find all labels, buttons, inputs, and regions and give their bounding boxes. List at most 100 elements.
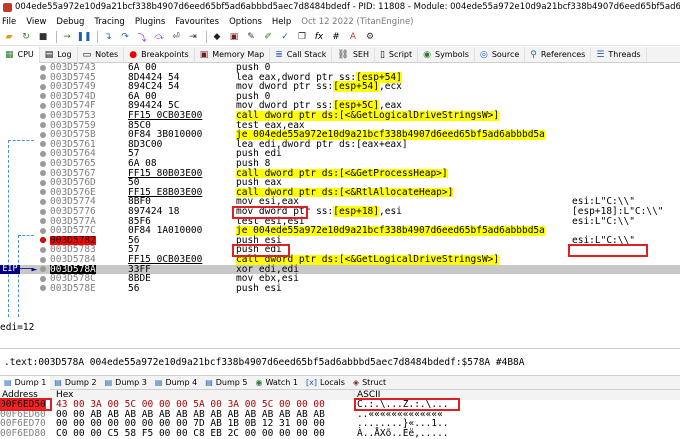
- location-info: .text:003D578A 004ede55a972e10d9a21bcf33…: [4, 357, 525, 368]
- struct-icon: ◈: [352, 378, 360, 387]
- menu-favourites[interactable]: Favourites: [175, 17, 219, 27]
- step-over-icon[interactable]: ↷: [118, 31, 132, 44]
- tab-dump-4[interactable]: ▤ Dump 4: [151, 376, 201, 390]
- breakpoint-dot[interactable]: [40, 64, 46, 71]
- execute-till-return-icon[interactable]: ⏎: [169, 31, 183, 44]
- pane-divider[interactable]: [0, 348, 680, 349]
- tab-threads[interactable]: ☰ Threads: [591, 46, 647, 63]
- run-icon[interactable]: →: [60, 31, 74, 44]
- dump-icon: ▤: [154, 378, 163, 387]
- menu-file[interactable]: File: [2, 17, 16, 27]
- breakpoint-dot[interactable]: [40, 131, 46, 138]
- tab-references[interactable]: ⚲ References: [525, 46, 592, 63]
- tab-dump-1[interactable]: ▤ Dump 1: [0, 375, 51, 390]
- restart-icon[interactable]: ↻: [19, 31, 33, 44]
- trace-into-icon[interactable]: ⤵: [135, 31, 149, 44]
- disasm-row[interactable]: 003D5753 FF15 0CB03E00 call dword ptr ds:[…: [0, 111, 680, 121]
- breakpoint-dot[interactable]: [40, 266, 46, 273]
- step-into-icon[interactable]: ↴: [101, 31, 115, 44]
- tab-locals[interactable]: [x] Locals: [302, 376, 349, 390]
- menu-plugins[interactable]: Plugins: [135, 17, 165, 27]
- dump-address: 00F6ED80: [0, 427, 46, 439]
- breakpoint-dot[interactable]: [40, 198, 46, 205]
- tab-notes[interactable]: ▭ Notes: [78, 46, 125, 63]
- menu-options[interactable]: Options: [229, 17, 262, 27]
- disasm-row-current[interactable]: EIP ──► 003D578A 33FF xor edi,edi: [0, 264, 680, 275]
- tab-script[interactable]: ▯ Script: [375, 46, 419, 63]
- breakpoint-dot[interactable]: [40, 218, 46, 225]
- breakpoint-dot[interactable]: [40, 246, 46, 253]
- breakpoint-dot[interactable]: [40, 160, 46, 167]
- breakpoint-dot[interactable]: [40, 150, 46, 157]
- menu-view[interactable]: View: [26, 17, 46, 27]
- dump-ascii: À..ÅXõ..Èë,.....: [357, 427, 449, 439]
- tab-log[interactable]: ▤ Log: [40, 46, 78, 63]
- memory-icon[interactable]: ▣: [227, 31, 241, 44]
- breakpoint-dot[interactable]: [40, 189, 46, 196]
- disasm-row[interactable]: 003D578C 8BDE mov ebx,esi: [0, 274, 680, 284]
- annotation-box: [0, 398, 52, 411]
- close-icon[interactable]: ■: [36, 31, 50, 44]
- bookmark-icon[interactable]: ❐: [295, 31, 309, 44]
- eip-marker: EIP: [0, 264, 20, 275]
- breakpoint-dot[interactable]: [40, 74, 46, 81]
- tab-symbols[interactable]: ◉ Symbols: [418, 46, 475, 63]
- row-bytes: 56: [128, 282, 140, 294]
- dump-icon: ▤: [54, 378, 62, 387]
- function-icon[interactable]: fx: [312, 31, 326, 44]
- tab-memory-map[interactable]: ▣ Memory Map: [195, 46, 271, 63]
- breakpoint-dot[interactable]: [40, 256, 46, 263]
- disasm-row[interactable]: 003D5764 57 push edi: [0, 149, 680, 159]
- run-to-user-code-icon[interactable]: ⇥: [186, 31, 200, 44]
- breakpoint-dot[interactable]: [40, 179, 46, 186]
- toolbar-separator: [97, 31, 98, 43]
- label-icon[interactable]: ✓: [278, 31, 292, 44]
- tab-cpu[interactable]: ▦ CPU: [0, 46, 40, 63]
- breakpoint-dot[interactable]: [40, 93, 46, 100]
- menu-tracing[interactable]: Tracing: [94, 17, 124, 27]
- hash-icon[interactable]: #: [329, 31, 343, 44]
- patch-icon[interactable]: ✎: [244, 31, 258, 44]
- tab-call-stack[interactable]: ≣ Call Stack: [270, 46, 333, 63]
- breakpoint-dot[interactable]: [40, 141, 46, 148]
- breakpoint-dot[interactable]: [40, 285, 46, 292]
- disassembly-view[interactable]: 003D5743 6A 00 push 0 003D5745 8D4424 54 lea…: [0, 63, 680, 319]
- comment-icon[interactable]: ✐: [261, 31, 275, 44]
- symbols-icon: ◉: [423, 49, 431, 60]
- calls-icon[interactable]: ⚙: [363, 31, 377, 44]
- breakpoint-dot[interactable]: [40, 83, 46, 90]
- breakpoint-dot[interactable]: [40, 112, 46, 119]
- breakpoint-dot[interactable]: [40, 227, 46, 234]
- tab-dump-3[interactable]: ▤ Dump 3: [101, 376, 151, 390]
- breakpoint-dot[interactable]: [40, 237, 46, 244]
- disasm-row[interactable]: 003D5767 FF15 80B03E00 call dword ptr ds:[…: [0, 168, 680, 179]
- tab-source[interactable]: ◎ Source: [475, 46, 526, 63]
- menu-debug[interactable]: Debug: [56, 17, 84, 27]
- tab-breakpoints[interactable]: ● Breakpoints: [124, 46, 195, 63]
- pause-icon[interactable]: ❚❚: [76, 31, 91, 44]
- app-icon: [3, 2, 12, 12]
- breakpoint-dot[interactable]: [40, 208, 46, 215]
- cpu-icon: ▦: [5, 49, 14, 60]
- breakpoint-dot[interactable]: [40, 102, 46, 109]
- trace-over-icon[interactable]: ⤼: [152, 31, 166, 44]
- breakpoint-dot[interactable]: [40, 122, 46, 129]
- annotation-box: [232, 244, 290, 257]
- tab-dump-5[interactable]: ▤ Dump 5: [201, 376, 251, 390]
- dump-row[interactable]: 00F6ED80 C0 00 00 C5 58 F5 00 00 C8 EB 2C…: [0, 427, 680, 439]
- disasm-row[interactable]: 003D5749 894C24 54 mov dword ptr ss:[esp+5…: [0, 81, 680, 93]
- strings-icon[interactable]: A: [346, 31, 360, 44]
- annotation-box: [232, 206, 308, 219]
- menu-help[interactable]: Help: [272, 17, 291, 27]
- breakpoint-dot[interactable]: [40, 275, 46, 282]
- breakpoint-dot[interactable]: [40, 170, 46, 177]
- disasm-row[interactable]: 003D5761 8D3C00 lea edi,dword ptr ds:[eax+…: [0, 140, 680, 150]
- open-icon[interactable]: ▰: [2, 31, 16, 44]
- scylla-icon[interactable]: ◆: [210, 31, 224, 44]
- tab-watch-1[interactable]: ◉ Watch 1: [251, 376, 302, 390]
- disasm-row[interactable]: 003D578E 56 push esi: [0, 284, 680, 294]
- tab-dump-2[interactable]: ▤ Dump 2: [50, 376, 100, 390]
- call-stack-icon: ≣: [275, 49, 283, 60]
- tab-struct[interactable]: ◈ Struct: [349, 376, 390, 390]
- tab-seh[interactable]: ⛓ SEH: [332, 46, 375, 63]
